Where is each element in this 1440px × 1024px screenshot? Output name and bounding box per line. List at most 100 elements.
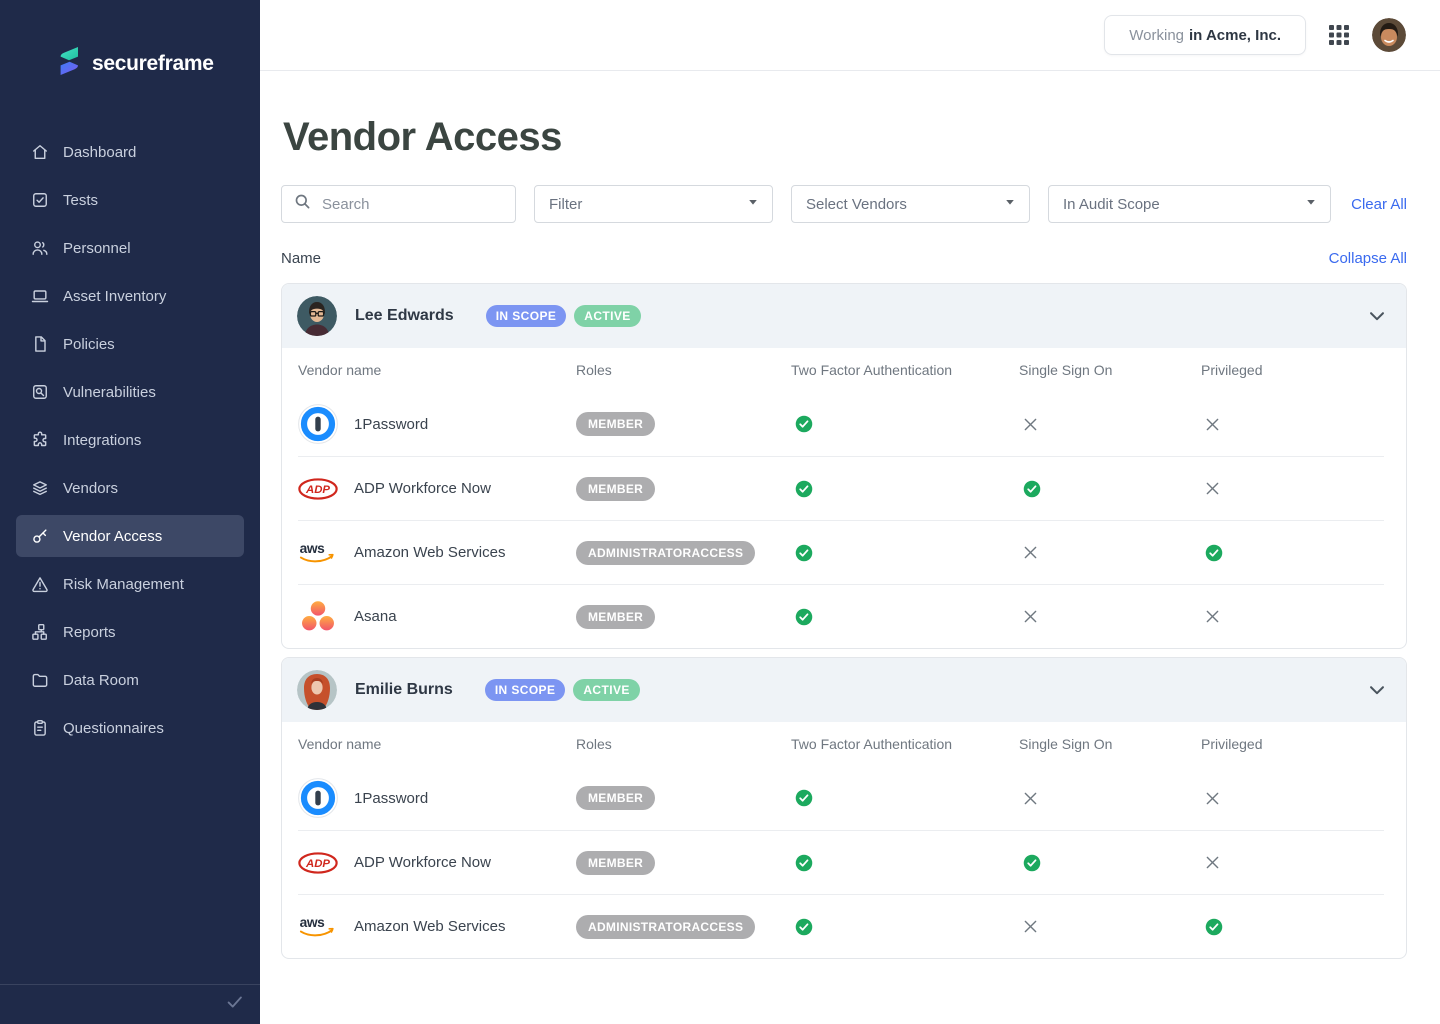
vendor-name: Amazon Web Services <box>354 918 505 935</box>
folder-icon <box>30 670 50 690</box>
sidebar-item-dashboard[interactable]: Dashboard <box>16 131 244 173</box>
person-card-header[interactable]: Lee Edwards IN SCOPEACTIVE <box>282 284 1406 348</box>
two-factor-status-check-icon <box>791 918 1019 936</box>
role-badge: MEMBER <box>576 786 655 810</box>
sidebar-item-asset-inventory[interactable]: Asset Inventory <box>16 275 244 317</box>
search-input[interactable] <box>320 195 503 214</box>
sidebar-item-data-room[interactable]: Data Room <box>16 659 244 701</box>
sidebar: secureframe Dashboard Tests Personnel As… <box>0 0 260 1024</box>
column-header-privileged: Privileged <box>1201 736 1384 752</box>
workspace-switcher-button[interactable]: Working in Acme, Inc. <box>1104 15 1306 55</box>
privileged-status-check-icon <box>1201 918 1384 936</box>
select-vendors-dropdown[interactable]: Select Vendors <box>791 185 1030 223</box>
vendor-name: Asana <box>354 608 397 625</box>
privileged-status-x-icon <box>1201 481 1384 496</box>
in-scope-badge: IN SCOPE <box>486 305 567 327</box>
vendor-table: Vendor nameRolesTwo Factor Authenticatio… <box>282 722 1406 958</box>
vendor-table-header: Vendor nameRolesTwo Factor Authenticatio… <box>298 348 1384 392</box>
svg-text:aws: aws <box>300 541 326 556</box>
two-factor-status-check-icon <box>791 415 1019 433</box>
sso-status-x-icon <box>1019 919 1201 934</box>
column-header-privileged: Privileged <box>1201 362 1384 378</box>
vendor-row-amazon-web-services: aws Amazon Web Services ADMINISTRATORACC… <box>298 894 1384 958</box>
sso-status-check-icon <box>1019 854 1201 872</box>
filter-row: Filter Select Vendors In Audit Scope Cle… <box>281 185 1407 223</box>
adp-logo-icon: ADP <box>298 843 338 883</box>
chevron-down-icon[interactable] <box>1366 679 1388 701</box>
key-icon <box>30 526 50 546</box>
search-box <box>281 185 516 223</box>
person-card-header[interactable]: Emilie Burns IN SCOPEACTIVE <box>282 658 1406 722</box>
search-icon <box>294 193 311 215</box>
vendor-name: 1Password <box>354 790 428 807</box>
vendor-name: 1Password <box>354 416 428 433</box>
org-chart-icon <box>30 622 50 642</box>
laptop-icon <box>30 286 50 306</box>
search-box-icon <box>30 382 50 402</box>
person-badges: IN SCOPE ACTIVE <box>486 305 641 327</box>
alert-triangle-icon <box>30 574 50 594</box>
active-badge: ACTIVE <box>574 305 640 327</box>
svg-text:ADP: ADP <box>305 858 330 870</box>
page-title: Vendor Access <box>283 115 1407 160</box>
sso-status-x-icon <box>1019 609 1201 624</box>
privileged-status-x-icon <box>1201 855 1384 870</box>
column-header-vendor-name: Vendor name <box>298 362 576 378</box>
layers-icon <box>30 478 50 498</box>
chevron-down-icon <box>1304 195 1318 213</box>
svg-text:aws: aws <box>300 915 326 930</box>
topbar: Working in Acme, Inc. <box>260 0 1440 71</box>
sidebar-item-questionnaires[interactable]: Questionnaires <box>16 707 244 749</box>
sidebar-footer-check-icon[interactable] <box>224 991 246 1018</box>
column-header-two-factor-authentication: Two Factor Authentication <box>791 736 1019 752</box>
role-badge: MEMBER <box>576 605 655 629</box>
collapse-all-link[interactable]: Collapse All <box>1329 250 1407 267</box>
vendor-name: ADP Workforce Now <box>354 854 491 871</box>
vendor-table: Vendor nameRolesTwo Factor Authenticatio… <box>282 348 1406 648</box>
column-header-roles: Roles <box>576 736 791 752</box>
role-badge: ADMINISTRATORACCESS <box>576 915 755 939</box>
two-factor-status-check-icon <box>791 608 1019 626</box>
person-card-lee-edwards: Lee Edwards IN SCOPEACTIVE Vendor nameRo… <box>281 283 1407 649</box>
two-factor-status-check-icon <box>791 480 1019 498</box>
file-icon <box>30 334 50 354</box>
sidebar-item-vendor-access[interactable]: Vendor Access <box>16 515 244 557</box>
workspace-name: in Acme, Inc. <box>1189 27 1281 44</box>
sso-status-x-icon <box>1019 545 1201 560</box>
sso-status-x-icon <box>1019 791 1201 806</box>
sso-status-x-icon <box>1019 417 1201 432</box>
column-header-two-factor-authentication: Two Factor Authentication <box>791 362 1019 378</box>
person-name: Emilie Burns <box>355 681 453 699</box>
vendor-name: Amazon Web Services <box>354 544 505 561</box>
users-icon <box>30 238 50 258</box>
sidebar-item-reports[interactable]: Reports <box>16 611 244 653</box>
vendor-row-adp-workforce-now: ADP ADP Workforce Now MEMBER <box>298 456 1384 520</box>
main-content: Vendor Access Filter Select Vendors In A… <box>260 71 1440 1024</box>
sidebar-item-integrations[interactable]: Integrations <box>16 419 244 461</box>
sidebar-item-vendors[interactable]: Vendors <box>16 467 244 509</box>
clear-all-link[interactable]: Clear All <box>1351 196 1407 213</box>
puzzle-icon <box>30 430 50 450</box>
apps-grid-icon[interactable] <box>1326 22 1352 48</box>
role-badge: MEMBER <box>576 412 655 436</box>
secureframe-logo-icon <box>56 46 82 81</box>
sidebar-item-personnel[interactable]: Personnel <box>16 227 244 269</box>
sidebar-item-tests[interactable]: Tests <box>16 179 244 221</box>
chevron-down-icon[interactable] <box>1366 305 1388 327</box>
filter-dropdown[interactable]: Filter <box>534 185 773 223</box>
user-avatar[interactable] <box>1372 18 1406 52</box>
person-card-emilie-burns: Emilie Burns IN SCOPEACTIVE Vendor nameR… <box>281 657 1407 959</box>
two-factor-status-check-icon <box>791 854 1019 872</box>
sidebar-item-risk-management[interactable]: Risk Management <box>16 563 244 605</box>
vendor-table-header: Vendor nameRolesTwo Factor Authenticatio… <box>298 722 1384 766</box>
aws-logo-icon: aws <box>298 907 338 947</box>
privileged-status-x-icon <box>1201 417 1384 432</box>
sidebar-item-policies[interactable]: Policies <box>16 323 244 365</box>
in-audit-scope-dropdown[interactable]: In Audit Scope <box>1048 185 1331 223</box>
name-column-label: Name <box>281 250 321 267</box>
sidebar-item-vulnerabilities[interactable]: Vulnerabilities <box>16 371 244 413</box>
privileged-status-x-icon <box>1201 609 1384 624</box>
privileged-status-check-icon <box>1201 544 1384 562</box>
column-header-single-sign-on: Single Sign On <box>1019 362 1201 378</box>
list-header: Name Collapse All <box>281 250 1407 267</box>
